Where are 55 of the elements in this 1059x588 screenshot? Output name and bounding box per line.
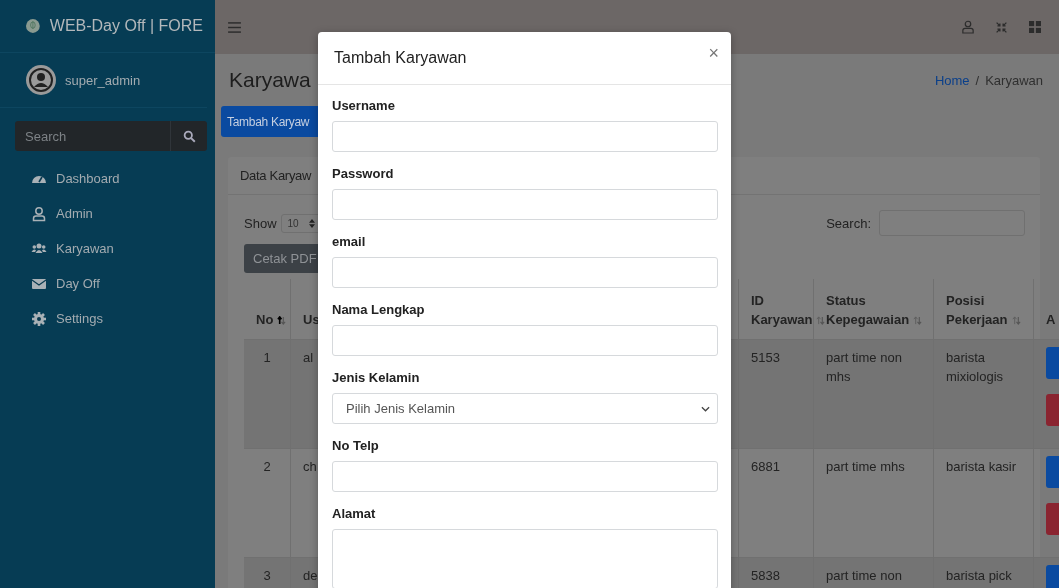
field-label: Nama Lengkap [332,302,426,317]
sidebar-item[interactable]: Day Off [0,266,215,301]
modal-title: Tambah Karyawan [334,49,467,67]
column-header[interactable]: ID Karyawan [739,279,814,339]
table-cell: part time mhs [814,449,934,557]
search-icon [182,129,196,143]
table-cell: barista pick [934,558,1034,588]
sidebar-item[interactable]: Settings [0,301,215,336]
table-cell: barista kasir [934,449,1034,557]
field-label: Jenis Kelamin [332,370,421,385]
input-field[interactable] [332,461,718,492]
menu-icon[interactable] [228,21,241,33]
table-cell: 1 [244,340,291,448]
page-title: Karyawa [229,68,311,92]
table-cell: 5153 [739,340,814,448]
field-label: email [332,234,367,249]
input-field[interactable] [332,121,718,152]
user-icon [31,205,47,222]
compress-icon[interactable] [995,20,1008,34]
column-header[interactable]: No [244,279,291,339]
updown-icon [308,218,315,228]
table-cell: barista mixiologis [934,340,1034,448]
grid-icon[interactable] [1029,21,1041,33]
column-header[interactable]: Posisi Pekerjaan [934,279,1034,339]
breadcrumb-separator: / [975,72,980,88]
input-field[interactable] [332,257,718,288]
gear-icon [31,310,47,327]
brand-title[interactable]: WEB-Day Off | FORE [49,17,203,35]
table-cell: part time non mhs [814,340,934,448]
input-field[interactable] [332,325,718,356]
avatar-icon [26,65,56,95]
table-cell: part time non [814,558,934,588]
field-label: Password [332,166,395,181]
table-cell: 6881 [739,449,814,557]
field-label: Alamat [332,506,377,521]
input-field[interactable] [332,189,718,220]
select-field[interactable]: Pilih Jenis Kelamin [332,393,718,424]
close-button[interactable]: × [708,44,719,62]
sidebar-search-field[interactable]: Search [15,121,207,151]
column-header[interactable]: A [1034,279,1059,339]
chevron-down-icon [701,405,710,412]
table-cell: 2 [244,449,291,557]
sidebar-item[interactable]: Dashboard [0,161,215,196]
textarea-field[interactable] [332,529,718,588]
column-header[interactable]: Status Kepegawaian [814,279,934,339]
sidebar-item[interactable]: Karyawan [0,231,215,266]
card-title: Data Karyaw [240,168,312,183]
search-label: Search: [826,215,871,231]
table-cell: 5838 [739,558,814,588]
user-icon[interactable] [962,20,974,34]
show-label: Show [244,215,277,231]
sidebar-item[interactable]: Admin [0,196,215,231]
table-cell: 3 [244,558,291,588]
user-name[interactable]: super_admin [65,72,141,88]
breadcrumb-current: Karyawan [985,72,1043,88]
